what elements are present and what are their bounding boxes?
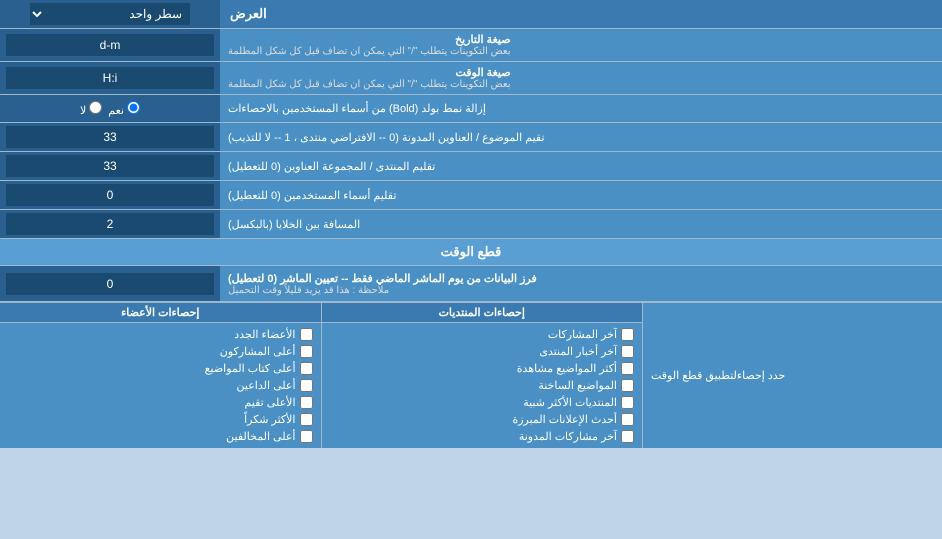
time-format-label: صيغة الوقت بعض التكوينات يتطلب "/" التي … — [220, 62, 942, 94]
forum-order-row: تقليم المنتدى / المجموعة العناوين (0 للت… — [0, 152, 942, 181]
cell-spacing-label: المسافة بين الخلايا (بالبكسل) — [220, 210, 942, 238]
time-format-input-wrapper — [0, 62, 220, 94]
forum-order-label: تقليم المنتدى / المجموعة العناوين (0 للت… — [220, 152, 942, 180]
checkbox-last-posts: آخر المشاركات — [330, 326, 635, 343]
topic-order-label: تقيم الموضوع / العناوين المدونة (0 -- ال… — [220, 123, 942, 151]
checkbox-most-thanked-input[interactable] — [300, 413, 313, 426]
user-order-input[interactable] — [6, 184, 214, 206]
checkbox-blog-posts-input[interactable] — [621, 430, 634, 443]
cell-spacing-row: المسافة بين الخلايا (بالبكسل) — [0, 210, 942, 239]
posts-checkbox-col: إحصاءات المنتديات آخر المشاركات آخر أخبا… — [321, 303, 643, 448]
date-format-label: صيغة التاريخ بعض التكوينات يتطلب "/" الت… — [220, 29, 942, 61]
checkbox-announcements: أحدث الإعلانات المبرزة — [330, 411, 635, 428]
radio-no-label: لا — [80, 101, 102, 117]
checkbox-similar-forums: المنتديات الأكثر شبية — [330, 394, 635, 411]
user-order-row: تقليم أسماء المستخدمين (0 للتعطيل) — [0, 181, 942, 210]
topic-order-input-wrapper — [0, 123, 220, 151]
checkboxes-section: حدد إحصاءلتطبيق قطع الوقت إحصاءات المنتد… — [0, 302, 942, 448]
page-title: العرض — [220, 0, 942, 28]
posts-col-header: إحصاءات المنتديات — [322, 303, 643, 323]
cut-main-label: فرز البيانات من يوم الماشر الماضي فقط --… — [220, 266, 942, 301]
date-format-input-wrapper — [0, 29, 220, 61]
radio-yes-label: نعم — [108, 101, 140, 117]
checkbox-top-topic-writers-input[interactable] — [300, 362, 313, 375]
radio-no[interactable] — [89, 101, 102, 114]
checkbox-top-rated: الأعلى تقيم — [8, 394, 313, 411]
time-format-input[interactable] — [6, 67, 214, 89]
topic-order-input[interactable] — [6, 126, 214, 148]
members-col-header: إحصاءات الأعضاء — [0, 303, 321, 323]
checkbox-top-violators: أعلى المخالفين — [8, 428, 313, 445]
checkbox-forum-news: آخر أخبار المنتدى — [330, 343, 635, 360]
checkbox-hot-topics: المواضيع الساخنة — [330, 377, 635, 394]
members-checkbox-col: إحصاءات الأعضاء الأعضاء الجدد أعلى المشا… — [0, 303, 321, 448]
cell-spacing-input-wrapper — [0, 210, 220, 238]
checkbox-similar-forums-input[interactable] — [621, 396, 634, 409]
checkbox-most-thanked: الأكثر شكراً — [8, 411, 313, 428]
checkbox-new-members: الأعضاء الجدد — [8, 326, 313, 343]
topic-order-row: تقيم الموضوع / العناوين المدونة (0 -- ال… — [0, 123, 942, 152]
cut-input[interactable] — [6, 273, 214, 295]
user-order-label: تقليم أسماء المستخدمين (0 للتعطيل) — [220, 181, 942, 209]
checkbox-most-viewed-input[interactable] — [621, 362, 634, 375]
bold-remove-radio-wrapper: نعم لا — [0, 95, 220, 122]
bold-remove-label: إزالة نمط بولد (Bold) من أسماء المستخدمي… — [220, 95, 942, 122]
checkbox-blog-posts: آخر مشاركات المدونة — [330, 428, 635, 445]
checkbox-top-posters-input[interactable] — [300, 345, 313, 358]
cut-input-wrapper — [0, 266, 220, 301]
cut-section-row: فرز البيانات من يوم الماشر الماضي فقط --… — [0, 266, 942, 302]
checkbox-new-members-input[interactable] — [300, 328, 313, 341]
checkbox-top-topic-writers: أعلى كتاب المواضيع — [8, 360, 313, 377]
display-select[interactable]: سطر واحد سطرين ثلاثة أسطر — [30, 3, 190, 25]
time-format-row: صيغة الوقت بعض التكوينات يتطلب "/" التي … — [0, 62, 942, 95]
checkbox-most-viewed: أكثر المواضيع مشاهدة — [330, 360, 635, 377]
checkbox-hot-topics-input[interactable] — [621, 379, 634, 392]
checkbox-forum-news-input[interactable] — [621, 345, 634, 358]
checkbox-top-rated-input[interactable] — [300, 396, 313, 409]
cut-section-header: قطع الوقت — [0, 239, 942, 266]
checkbox-top-inviters-input[interactable] — [300, 379, 313, 392]
bold-remove-row: إزالة نمط بولد (Bold) من أسماء المستخدمي… — [0, 95, 942, 123]
cell-spacing-input[interactable] — [6, 213, 214, 235]
radio-yes[interactable] — [127, 101, 140, 114]
checkbox-top-inviters: أعلى الداعين — [8, 377, 313, 394]
checkbox-top-posters: أعلى المشاركون — [8, 343, 313, 360]
date-format-row: صيغة التاريخ بعض التكوينات يتطلب "/" الت… — [0, 29, 942, 62]
forum-order-input[interactable] — [6, 155, 214, 177]
display-select-wrapper: سطر واحد سطرين ثلاثة أسطر — [0, 0, 220, 28]
user-order-input-wrapper — [0, 181, 220, 209]
checkbox-last-posts-input[interactable] — [621, 328, 634, 341]
forum-order-input-wrapper — [0, 152, 220, 180]
date-format-input[interactable] — [6, 34, 214, 56]
cut-limit-label: حدد إحصاءلتطبيق قطع الوقت — [642, 303, 942, 448]
checkbox-top-violators-input[interactable] — [300, 430, 313, 443]
checkbox-announcements-input[interactable] — [621, 413, 634, 426]
